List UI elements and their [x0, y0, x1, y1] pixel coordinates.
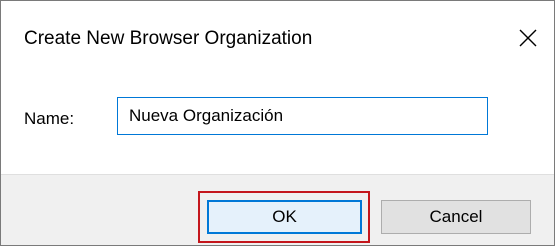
dialog-content: Name: — [1, 74, 554, 174]
footer-divider — [1, 174, 554, 175]
name-input[interactable] — [117, 97, 488, 135]
close-button[interactable] — [507, 19, 551, 59]
dialog-title: Create New Browser Organization — [24, 28, 313, 49]
dialog-titlebar: Create New Browser Organization — [1, 1, 554, 74]
close-icon — [519, 29, 537, 47]
cancel-button[interactable]: Cancel — [381, 200, 531, 234]
ok-button[interactable]: OK — [207, 200, 362, 234]
create-organization-dialog: Create New Browser Organization Name: OK… — [0, 0, 555, 246]
name-label: Name: — [24, 109, 75, 128]
